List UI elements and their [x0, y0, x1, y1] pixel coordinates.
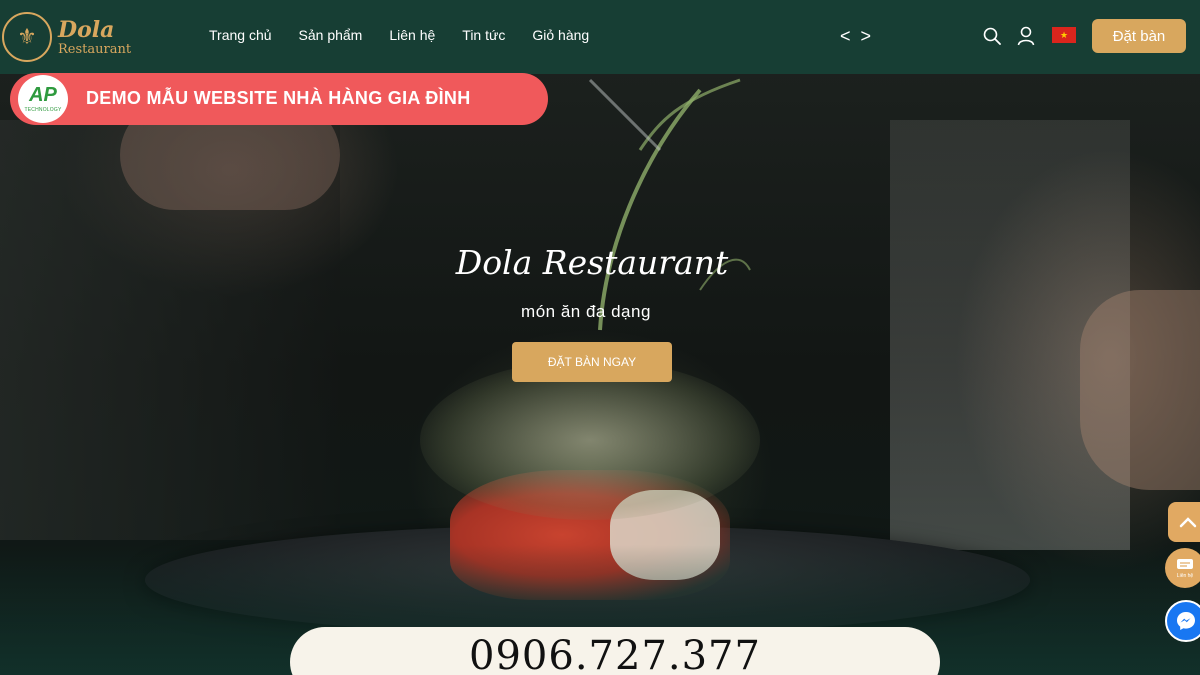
demo-banner-text: DEMO MẪU WEBSITE NHÀ HÀNG GIA ĐÌNH — [86, 88, 471, 108]
site-logo[interactable]: ⚜ Dola Restaurant — [2, 12, 131, 62]
back-to-top-button[interactable] — [1168, 502, 1200, 542]
main-nav: Trang chủ Sản phẩm Liên hệ Tin tức Giỏ h… — [209, 27, 616, 43]
logo-fork-knife-icon: ⚜ — [2, 12, 52, 62]
demo-banner: AP TECHNOLOGY DEMO MẪU WEBSITE NHÀ HÀNG … — [10, 73, 548, 125]
messenger-icon — [1177, 612, 1195, 630]
ap-logo-mark: AP — [29, 84, 57, 106]
logo-text: Dola Restaurant — [58, 19, 131, 56]
ap-logo-sub: TECHNOLOGY — [24, 107, 62, 113]
logo-sub: Restaurant — [58, 41, 132, 57]
vietnam-flag-icon[interactable]: ★ — [1052, 27, 1076, 43]
nav-item-cart[interactable]: Giỏ hàng — [532, 27, 589, 43]
user-icon[interactable] — [1017, 26, 1035, 46]
slider-arrows: < > — [840, 26, 871, 47]
chevron-up-icon — [1179, 517, 1197, 528]
nav-item-news[interactable]: Tin tức — [462, 27, 505, 43]
messenger-button[interactable] — [1165, 600, 1200, 642]
contact-float-button[interactable]: Liên hệ — [1165, 548, 1200, 588]
book-now-button[interactable]: ĐẶT BÀN NGAY — [512, 342, 672, 382]
site-header: ⚜ Dola Restaurant Trang chủ Sản phẩm Liê… — [0, 0, 1200, 74]
contact-float-label: Liên hệ — [1176, 572, 1194, 579]
book-table-button[interactable]: Đặt bàn — [1092, 19, 1186, 53]
nav-item-products[interactable]: Sản phẩm — [299, 27, 363, 43]
ap-technology-logo: AP TECHNOLOGY — [18, 75, 68, 123]
contact-icon — [1177, 558, 1193, 569]
hero-title: Dola Restaurant — [455, 243, 729, 282]
chevron-right-icon[interactable]: > — [861, 26, 872, 47]
chevron-left-icon[interactable]: < — [840, 26, 851, 47]
search-icon[interactable] — [983, 27, 1001, 45]
logo-name: Dola — [58, 16, 115, 43]
nav-item-contact[interactable]: Liên hệ — [389, 27, 435, 43]
hero-subtitle: món ăn đa dạng — [521, 302, 651, 321]
phone-number[interactable]: 0906.727.377 — [469, 633, 761, 675]
phone-banner: 0906.727.377 — [290, 627, 940, 675]
nav-item-home[interactable]: Trang chủ — [209, 27, 272, 43]
